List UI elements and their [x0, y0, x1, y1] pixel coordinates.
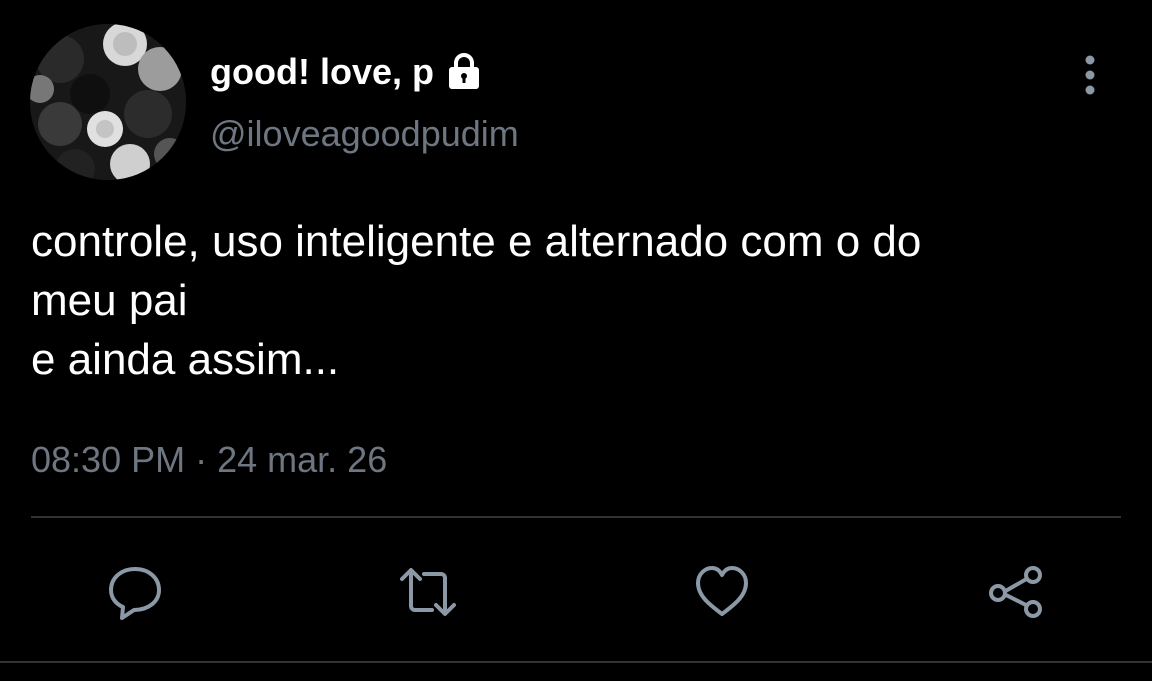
- tweet-timestamp[interactable]: 08:30 PM · 24 mar. 26: [31, 437, 387, 483]
- tweet-text-line: meu pai: [31, 276, 188, 325]
- tweet-card: good! love, p @iloveagoodpudim controle,…: [0, 0, 1152, 681]
- tweet-time: 08:30 PM: [31, 439, 186, 480]
- display-name-row: good! love, p: [210, 50, 484, 94]
- reply-icon[interactable]: [105, 562, 165, 622]
- retweet-icon[interactable]: [398, 562, 458, 622]
- divider: [31, 516, 1121, 518]
- meta-separator: ·: [195, 439, 208, 480]
- more-options-icon[interactable]: [1070, 52, 1110, 98]
- lock-icon: [444, 52, 484, 92]
- tweet-text-line: controle, uso inteligente e alternado co…: [31, 217, 922, 266]
- like-icon[interactable]: [692, 562, 752, 622]
- tweet-text-line: e ainda assim...: [31, 335, 340, 384]
- bottom-divider: [0, 661, 1152, 663]
- tweet-text: controle, uso inteligente e alternado co…: [31, 212, 1131, 389]
- avatar[interactable]: [30, 24, 186, 180]
- tweet-date: 24 mar. 26: [217, 439, 388, 480]
- share-icon[interactable]: [986, 562, 1046, 622]
- display-name[interactable]: good! love, p: [210, 50, 434, 94]
- user-handle[interactable]: @iloveagoodpudim: [210, 112, 519, 156]
